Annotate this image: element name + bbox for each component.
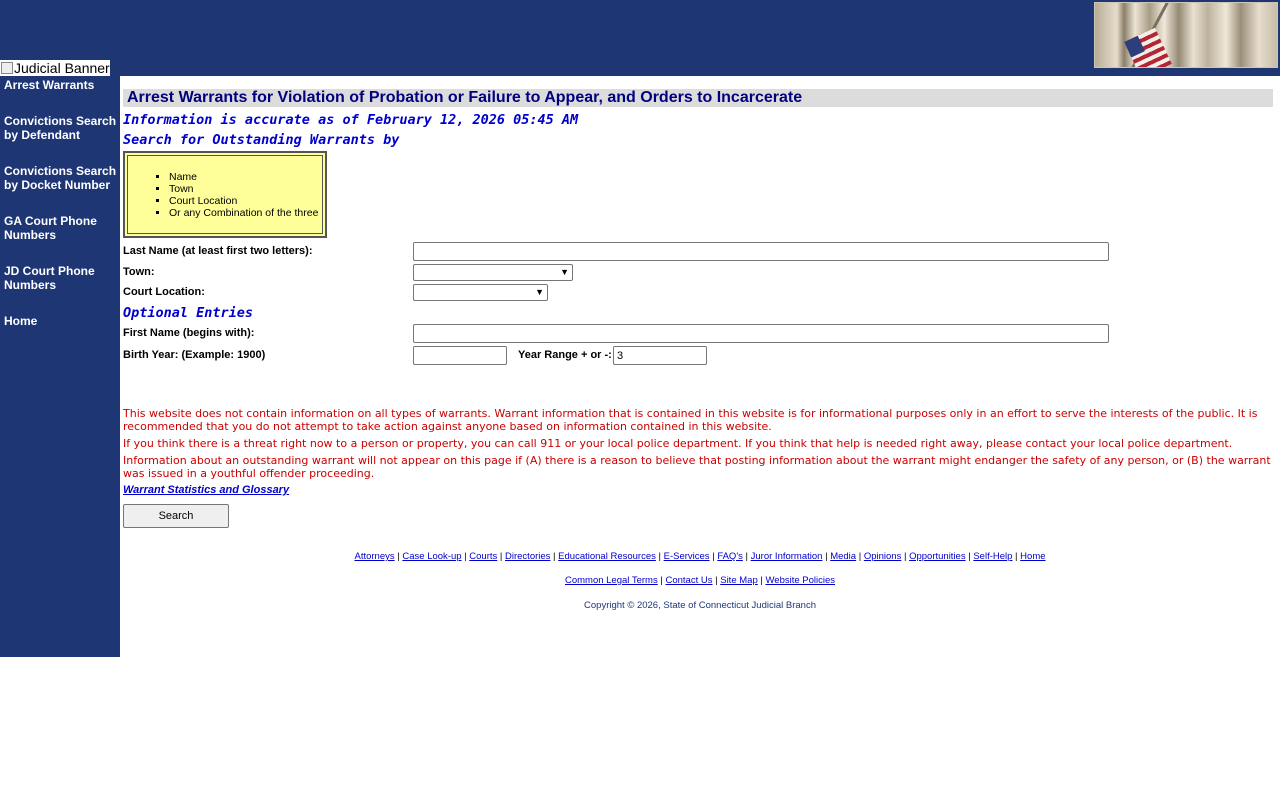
- emergency-notice: If you think there is a threat right now…: [123, 437, 1233, 450]
- link-separator: |: [655, 551, 664, 562]
- warrant-statistics-link[interactable]: Warrant Statistics and Glossary: [123, 484, 289, 496]
- footer-link-directories[interactable]: Directories: [505, 551, 550, 562]
- footer-link-juror-information[interactable]: Juror Information: [751, 551, 823, 562]
- link-separator: |: [856, 551, 864, 562]
- header-banner: [0, 0, 1280, 76]
- last-name-label: Last Name (at least first two letters):: [123, 245, 313, 257]
- footer-links-secondary: Common Legal Terms | Contact Us | Site M…: [120, 575, 1280, 587]
- footer-link-faqs[interactable]: FAQ's: [717, 551, 743, 562]
- sidebar-item-jd-court-phone[interactable]: JD Court Phone Numbers: [4, 264, 120, 292]
- first-name-input[interactable]: [413, 324, 1109, 343]
- footer-link-attorneys[interactable]: Attorneys: [354, 551, 394, 562]
- footer-links-primary: Attorneys | Case Look-up | Courts | Dire…: [120, 551, 1280, 563]
- chevron-down-icon: ▼: [560, 267, 569, 277]
- footer-link-home[interactable]: Home: [1020, 551, 1045, 562]
- banner-image-alt: Judicial Banner: [0, 60, 110, 76]
- court-location-select[interactable]: ▼: [413, 284, 548, 301]
- page-title: Arrest Warrants for Violation of Probati…: [127, 89, 803, 106]
- footer-link-website-policies[interactable]: Website Policies: [765, 575, 835, 586]
- copyright-notice: Copyright © 2026, State of Connecticut J…: [584, 600, 816, 611]
- footer-link-opinions[interactable]: Opinions: [864, 551, 902, 562]
- link-separator: |: [901, 551, 910, 562]
- sidebar-item-ga-court-phone[interactable]: GA Court Phone Numbers: [4, 214, 120, 242]
- footer-link-educational-resources[interactable]: Educational Resources: [558, 551, 656, 562]
- first-name-label: First Name (begins with):: [123, 327, 255, 339]
- last-name-input[interactable]: [413, 242, 1109, 261]
- sidebar: Arrest Warrants Convictions Search by De…: [0, 76, 120, 657]
- criteria-item: Or any Combination of the three: [169, 207, 318, 219]
- footer-link-e-services[interactable]: E-Services: [664, 551, 710, 562]
- footer-link-opportunities[interactable]: Opportunities: [909, 551, 966, 562]
- year-range-label: Year Range + or -:: [518, 349, 612, 361]
- criteria-item: Name: [169, 171, 318, 183]
- omission-notice: Information about an outstanding warrant…: [123, 454, 1271, 480]
- footer-link-media[interactable]: Media: [830, 551, 856, 562]
- birth-year-input[interactable]: [413, 346, 507, 365]
- sidebar-item-arrest-warrants[interactable]: Arrest Warrants: [4, 78, 120, 92]
- town-select[interactable]: ▼: [413, 264, 573, 281]
- sidebar-item-convictions-docket[interactable]: Convictions Search by Docket Number: [4, 164, 120, 192]
- search-button[interactable]: Search: [123, 504, 229, 528]
- disclaimer-notice: This website does not contain informatio…: [123, 407, 1258, 433]
- footer-link-site-map[interactable]: Site Map: [720, 575, 758, 586]
- criteria-item: Town: [169, 183, 318, 195]
- search-criteria-list: Name Town Court Location Or any Combinat…: [125, 171, 318, 219]
- court-location-label: Court Location:: [123, 286, 205, 298]
- search-criteria-box: Name Town Court Location Or any Combinat…: [123, 151, 327, 238]
- footer-link-case-lookup[interactable]: Case Look-up: [402, 551, 461, 562]
- footer-link-common-legal-terms[interactable]: Common Legal Terms: [565, 575, 658, 586]
- american-flag-icon: [1124, 27, 1172, 67]
- criteria-item: Court Location: [169, 195, 318, 207]
- accuracy-timestamp: Information is accurate as of February 1…: [123, 112, 579, 128]
- link-separator: |: [497, 551, 506, 562]
- link-separator: |: [742, 551, 751, 562]
- footer-link-contact-us[interactable]: Contact Us: [665, 575, 712, 586]
- year-range-input[interactable]: [613, 346, 707, 365]
- footer-link-self-help[interactable]: Self-Help: [973, 551, 1012, 562]
- search-heading: Search for Outstanding Warrants by: [123, 132, 400, 148]
- link-separator: |: [1012, 551, 1021, 562]
- courthouse-flag-photo: [1094, 2, 1278, 68]
- banner-alt-text: Judicial Banner: [14, 60, 110, 76]
- sidebar-item-convictions-defendant[interactable]: Convictions Search by Defendant: [4, 114, 120, 142]
- footer-link-courts[interactable]: Courts: [469, 551, 497, 562]
- link-separator: |: [550, 551, 559, 562]
- chevron-down-icon: ▼: [535, 287, 544, 297]
- birth-year-label: Birth Year: (Example: 1900): [123, 349, 266, 361]
- title-bar: Arrest Warrants for Violation of Probati…: [123, 89, 1273, 107]
- optional-entries-heading: Optional Entries: [123, 305, 254, 321]
- sidebar-item-home[interactable]: Home: [4, 314, 120, 328]
- town-label: Town:: [123, 266, 155, 278]
- broken-image-icon: [1, 62, 13, 74]
